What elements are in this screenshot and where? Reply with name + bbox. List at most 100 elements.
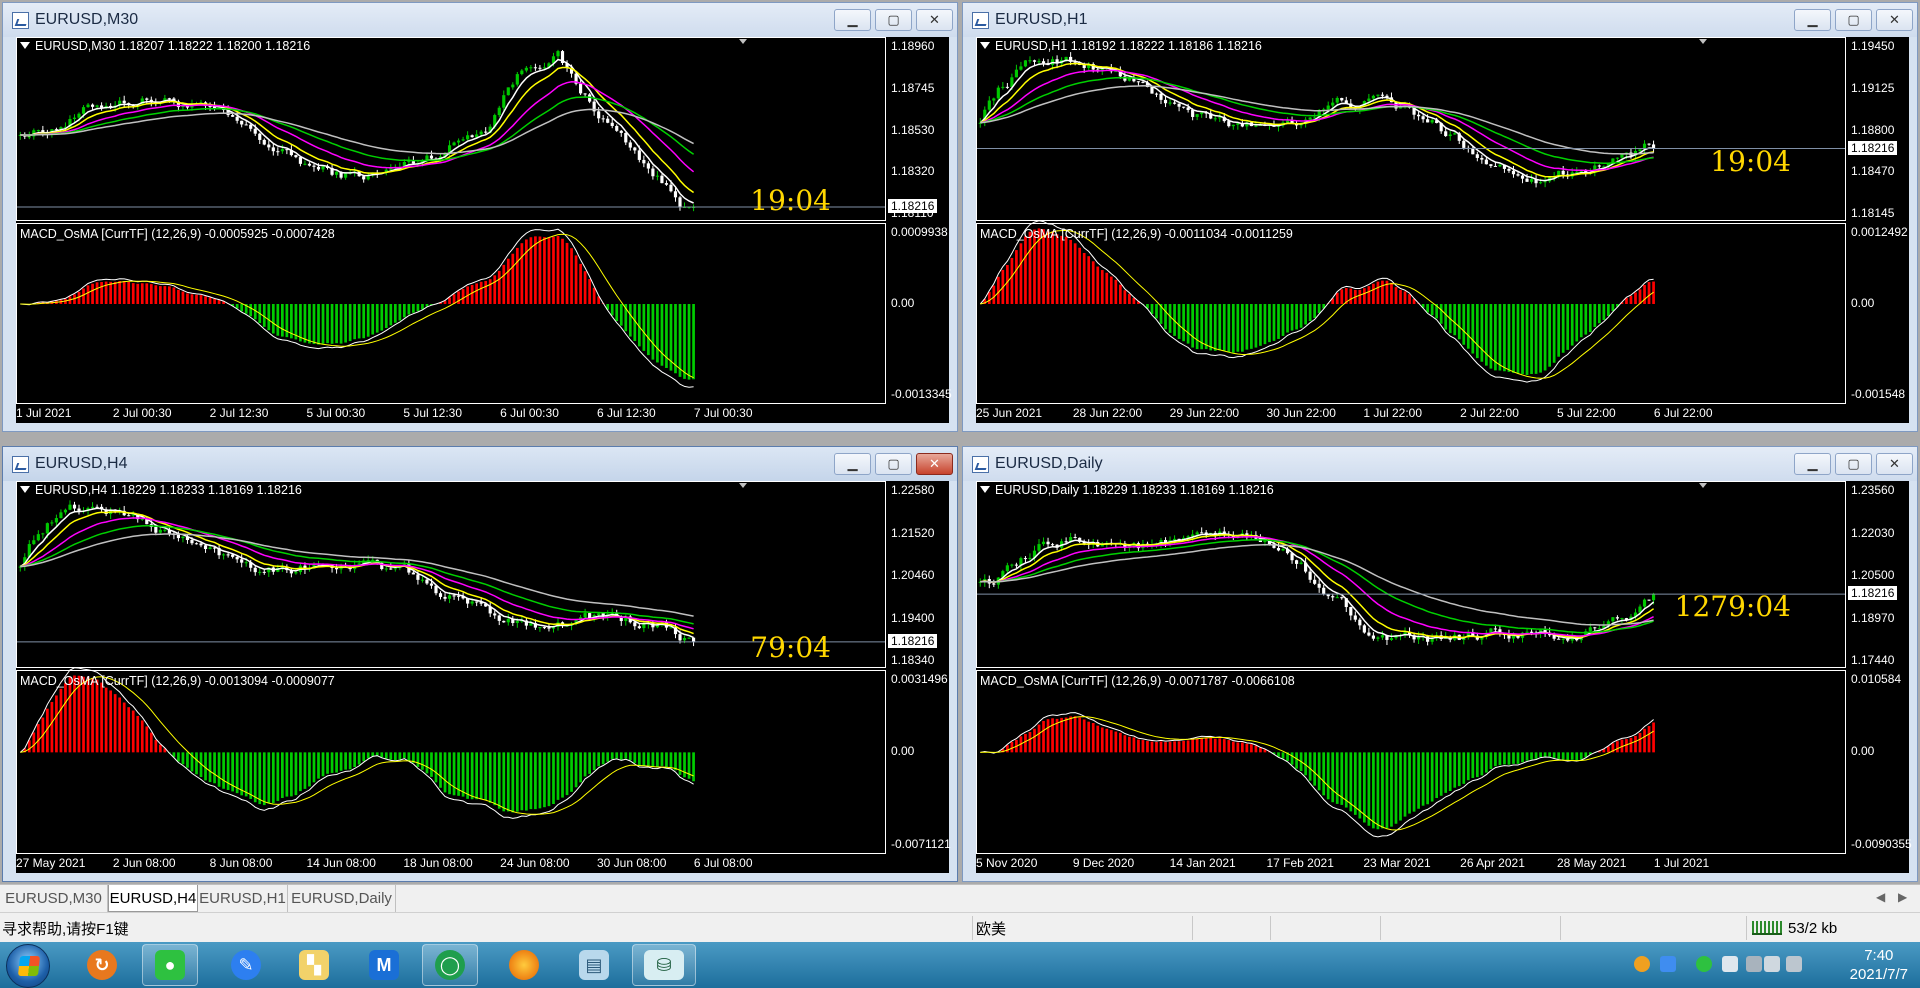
macd-scale-label: 0.00 <box>891 296 915 310</box>
dropdown-triangle-icon[interactable] <box>20 42 30 49</box>
taskbar-app-cloud[interactable]: M <box>356 944 412 986</box>
window-titlebar[interactable]: EURUSD,H4 ▁ ▢ ✕ <box>3 447 957 481</box>
taskbar-clock[interactable]: 7:40 2021/7/7 <box>1850 946 1908 984</box>
maximize-icon[interactable]: ▢ <box>1835 9 1872 31</box>
price-scale-label: 1.19400 <box>891 610 935 625</box>
tab-eurusd-m30[interactable]: EURUSD,M30 <box>0 885 108 912</box>
taskbar-app-1[interactable]: ↻ <box>74 944 130 986</box>
taskbar-app-firefox[interactable] <box>496 944 552 986</box>
close-icon[interactable]: ✕ <box>916 453 953 475</box>
window-title: EURUSD,M30 <box>35 11 139 28</box>
tab-scroll-right-icon[interactable]: ▶ <box>1898 890 1907 904</box>
tab-eurusd-h1[interactable]: EURUSD,H1 <box>198 885 288 912</box>
window-titlebar[interactable]: EURUSD,Daily ▁ ▢ ✕ <box>963 447 1917 481</box>
price-scale-label: 1.22580 <box>891 483 935 497</box>
taskbar-app-maps[interactable]: ▚ <box>286 944 342 986</box>
status-separator <box>1746 916 1747 940</box>
close-icon[interactable]: ✕ <box>916 9 953 31</box>
symbol-info-line: EURUSD,H1 1.18192 1.18222 1.18186 1.1821… <box>980 39 1262 53</box>
start-orb-icon[interactable] <box>6 944 50 988</box>
taskbar-app-edit[interactable]: ✎ <box>218 944 274 986</box>
candle-body <box>240 120 244 125</box>
candle-body <box>1141 81 1145 83</box>
status-separator <box>1192 916 1193 940</box>
candle-body <box>1168 102 1172 104</box>
tab-scroll-left-icon[interactable]: ◀ <box>1876 890 1885 904</box>
dropdown-triangle-icon[interactable] <box>980 42 990 49</box>
candle-body <box>1489 164 1493 166</box>
minimize-icon[interactable]: ▁ <box>834 453 871 475</box>
candle-body <box>1421 116 1425 120</box>
moving-average-line <box>980 539 1654 634</box>
candle-body <box>68 504 72 510</box>
candle-body <box>276 151 280 153</box>
candle-body <box>1376 637 1380 639</box>
chart-window-d1[interactable]: EURUSD,Daily ▁ ▢ ✕ EURUSD,Daily 1.18229 1.18… <box>962 446 1918 882</box>
macd-scale-label: -0.0090355 <box>1851 837 1912 851</box>
status-traffic: 53/2 kb <box>1752 917 1837 939</box>
tab-eurusd-h4[interactable]: EURUSD,H4 <box>108 885 198 912</box>
green-app-icon: ◯ <box>435 950 465 980</box>
dropdown-triangle-icon[interactable] <box>20 486 30 493</box>
chart-canvas[interactable]: EURUSD,M30 1.18207 1.18222 1.18200 1.182… <box>16 37 952 423</box>
dropdown-triangle-icon[interactable] <box>980 486 990 493</box>
candle-body <box>470 601 474 604</box>
window-titlebar[interactable]: EURUSD,M30 ▁ ▢ ✕ <box>3 3 957 37</box>
candle-body <box>312 165 316 167</box>
price-scale-label: 1.20500 <box>1851 568 1895 582</box>
price-scale-label: 1.18340 <box>891 653 935 667</box>
taskbar-app-mt4[interactable]: ⛁ <box>632 944 696 986</box>
tray-signal-icon[interactable] <box>1786 956 1802 972</box>
candle-body <box>267 144 271 148</box>
close-icon[interactable]: ✕ <box>1876 9 1913 31</box>
candle-body <box>475 601 479 603</box>
status-separator <box>1270 916 1271 940</box>
close-icon[interactable]: ✕ <box>1876 453 1913 475</box>
taskbar-app-notes[interactable]: ▤ <box>566 944 622 986</box>
candle-body <box>1597 165 1601 167</box>
chart-canvas[interactable]: EURUSD,H1 1.18192 1.18222 1.18186 1.1821… <box>976 37 1909 423</box>
candle-body <box>72 504 77 509</box>
candle-body <box>240 559 244 563</box>
tray-flag-icon[interactable] <box>1746 956 1762 972</box>
candle-body <box>235 116 239 121</box>
candle-body <box>655 175 659 177</box>
candle-body <box>533 67 537 69</box>
tray-network-icon[interactable] <box>1722 956 1738 972</box>
chart-window-m30[interactable]: EURUSD,M30 ▁ ▢ ✕ EURUSD,M30 1.18207 1.18222 … <box>2 2 958 432</box>
candle-body <box>1516 174 1520 176</box>
candle-body <box>1335 97 1339 103</box>
candle-body <box>63 509 68 513</box>
chart-canvas[interactable]: EURUSD,Daily 1.18229 1.18233 1.18169 1.1… <box>976 481 1912 873</box>
maximize-icon[interactable]: ▢ <box>875 9 912 31</box>
chart-shift-marker-icon <box>1699 483 1707 488</box>
minimize-icon[interactable]: ▁ <box>1794 453 1831 475</box>
candle-body <box>122 100 126 104</box>
candle-body <box>1453 133 1457 135</box>
price-scale-label: 1.18470 <box>1851 164 1895 179</box>
chart-canvas[interactable]: EURUSD,H4 1.18229 1.18233 1.18169 1.1821… <box>16 481 951 873</box>
chart-window-h4[interactable]: EURUSD,H4 ▁ ▢ ✕ EURUSD,H4 1.18229 1.18233 1.… <box>2 446 958 882</box>
map-icon: ▚ <box>299 950 329 980</box>
tray-pen-icon[interactable] <box>1660 956 1676 972</box>
taskbar-app-green[interactable]: ◯ <box>422 944 478 986</box>
cloud-icon: M <box>369 950 399 980</box>
candle-body <box>628 142 632 148</box>
candle-body <box>344 173 348 178</box>
tray-volume-muted-icon[interactable] <box>1764 956 1780 972</box>
maximize-icon[interactable]: ▢ <box>1835 453 1872 475</box>
candle-body <box>59 512 63 519</box>
candle-body <box>687 637 691 639</box>
minimize-icon[interactable]: ▁ <box>834 9 871 31</box>
tray-app-icon[interactable] <box>1634 956 1650 972</box>
chart-window-h1[interactable]: EURUSD,H1 ▁ ▢ ✕ EURUSD,H1 1.18192 1.18222 1.… <box>962 2 1918 432</box>
window-titlebar[interactable]: EURUSD,H1 ▁ ▢ ✕ <box>963 3 1917 37</box>
taskbar-app-wechat[interactable]: ● <box>142 944 198 986</box>
tab-eurusd-daily[interactable]: EURUSD,Daily <box>288 885 396 912</box>
maximize-icon[interactable]: ▢ <box>875 453 912 475</box>
minimize-icon[interactable]: ▁ <box>1794 9 1831 31</box>
tray-wechat-icon[interactable] <box>1696 956 1712 972</box>
candle-body <box>1317 583 1321 588</box>
time-axis-label: 9 Dec 2020 <box>1072 856 1135 870</box>
candle-body <box>529 67 533 69</box>
